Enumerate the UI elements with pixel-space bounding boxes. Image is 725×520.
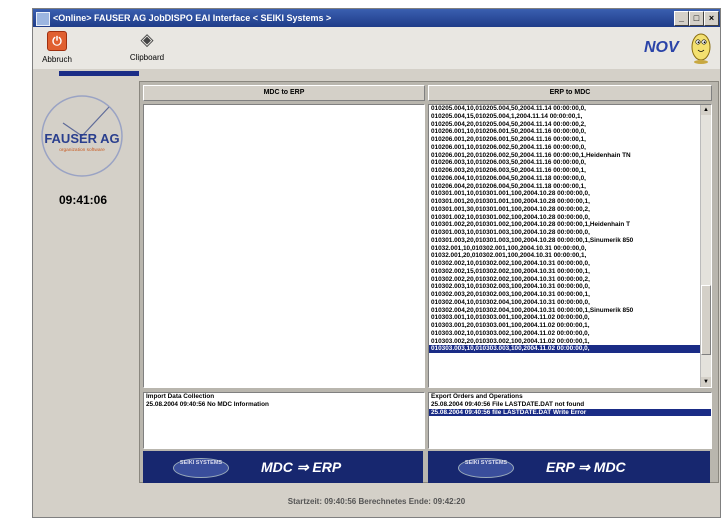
erp-line[interactable]: 010206.001,20,010206.002,50,2004.11.16 0… bbox=[429, 152, 711, 160]
scroll-up-icon[interactable]: ▲ bbox=[701, 105, 711, 115]
mdc-erp-banner: SEIKI SYSTEMS MDC ⇒ ERP bbox=[143, 451, 423, 483]
erp-mdc-banner: SEIKI SYSTEMS ERP ⇒ MDC bbox=[428, 451, 710, 483]
erp-line[interactable]: 010301.002,10,010301.002,100,2004.10.28 … bbox=[429, 214, 711, 222]
close-button[interactable]: × bbox=[704, 11, 719, 26]
import-line[interactable]: 25.08.2004 09:40:56 No MDC Information bbox=[144, 401, 424, 409]
erp-line[interactable]: 010303.001,10,010303.001,100,2004.11.02 … bbox=[429, 314, 711, 322]
erp-line[interactable]: 010303.003,10,010303.003,100,2004.11.02 … bbox=[429, 345, 711, 353]
erp-line[interactable]: 010302.002,20,010302.002,100,2004.10.31 … bbox=[429, 276, 711, 284]
erp-scrollbar[interactable]: ▲ ▼ bbox=[700, 105, 711, 387]
erp-line[interactable]: 010302.002,15,010302.002,100,2004.10.31 … bbox=[429, 268, 711, 276]
erp-line[interactable]: 010206.001,10,010206.001,50,2004.11.16 0… bbox=[429, 128, 711, 136]
mdc-to-erp-header: MDC to ERP bbox=[143, 85, 425, 101]
erp-line[interactable]: 010301.003,20,010301.003,100,2004.10.28 … bbox=[429, 237, 711, 245]
erp-line[interactable]: 010206.001,20,010206.001,50,2004.11.16 0… bbox=[429, 136, 711, 144]
title-bar[interactable]: <Online> FAUSER AG JobDISPO EAI Interfac… bbox=[33, 9, 720, 27]
nov-logo: NOV bbox=[644, 29, 714, 67]
erp-line[interactable]: 010301.003,10,010301.003,100,2004.10.28 … bbox=[429, 229, 711, 237]
maximize-button[interactable]: □ bbox=[689, 11, 704, 26]
clipboard-label: Clipboard bbox=[129, 53, 165, 62]
erp-line[interactable]: 010302.004,20,010302.004,100,2004.10.31 … bbox=[429, 307, 711, 315]
erp-line[interactable]: 010301.001,10,010301.001,100,2004.10.28 … bbox=[429, 190, 711, 198]
erp-line[interactable]: 010301.002,20,010301.002,100,2004.10.28 … bbox=[429, 221, 711, 229]
mdc-erp-banner-label: MDC ⇒ ERP bbox=[261, 459, 342, 475]
erp-line[interactable]: 010302.004,10,010302.004,100,2004.10.31 … bbox=[429, 299, 711, 307]
stop-icon: ⏻ bbox=[47, 31, 67, 51]
export-log[interactable]: Export Orders and Operations 25.08.2004 … bbox=[428, 392, 712, 449]
app-icon bbox=[36, 12, 50, 26]
app-window: <Online> FAUSER AG JobDISPO EAI Interfac… bbox=[32, 8, 721, 518]
abbruch-label: Abbruch bbox=[42, 55, 72, 64]
erp-to-mdc-list[interactable]: 010205.004,10,010205.004,50,2004.11.14 0… bbox=[428, 104, 712, 388]
erp-line[interactable]: 010303.001,20,010303.001,100,2004.11.02 … bbox=[429, 322, 711, 330]
import-log-lines: 25.08.2004 09:40:56 No MDC Information bbox=[144, 401, 424, 409]
minimize-button[interactable]: _ bbox=[674, 11, 689, 26]
status-line: Startzeit: 09:40:56 Berechnetes Ende: 09… bbox=[287, 497, 466, 506]
erp-line[interactable]: 010205.004,20,010205.004,50,2004.11.14 0… bbox=[429, 121, 711, 129]
erp-line[interactable]: 01032.001,20,010302.001,100,2004.10.31 0… bbox=[429, 252, 711, 260]
scroll-thumb[interactable] bbox=[701, 285, 711, 355]
abbruch-button[interactable]: ⏻ Abbruch bbox=[35, 31, 79, 67]
clipboard-icon: ◈ bbox=[140, 30, 154, 49]
clipboard-button[interactable]: ◈ Clipboard bbox=[125, 31, 169, 67]
erp-line[interactable]: 010302.002,10,010302.002,100,2004.10.31 … bbox=[429, 260, 711, 268]
erp-line[interactable]: 01032.001,10,010302.001,100,2004.10.31 0… bbox=[429, 245, 711, 253]
erp-lines: 010205.004,10,010205.004,50,2004.11.14 0… bbox=[429, 105, 711, 353]
erp-line[interactable]: 010205.004,15,010205.004,1,2004.11.14 00… bbox=[429, 113, 711, 121]
erp-line[interactable]: 010206.004,10,010206.004,50,2004.11.18 0… bbox=[429, 175, 711, 183]
mascot-icon bbox=[691, 33, 711, 64]
erp-line[interactable]: 010206.003,20,010206.003,50,2004.11.16 0… bbox=[429, 167, 711, 175]
window-title: <Online> FAUSER AG JobDISPO EAI Interfac… bbox=[53, 13, 332, 23]
erp-to-mdc-header: ERP to MDC bbox=[428, 85, 712, 101]
import-log-title: Import Data Collection bbox=[146, 393, 215, 400]
main-area: MDC to ERP ERP to MDC 010205.004,10,0102… bbox=[139, 81, 719, 483]
accent-bar bbox=[59, 71, 139, 76]
fauser-logo-text: FAUSER AG bbox=[44, 131, 119, 146]
export-line[interactable]: 25.08.2004 09:40:56 File LASTDATE.DAT no… bbox=[429, 401, 711, 409]
erp-line[interactable]: 010206.001,10,010206.002,50,2004.11.16 0… bbox=[429, 144, 711, 152]
clock-panel: FAUSER AG organization software 09:41:06 bbox=[33, 81, 133, 501]
erp-line[interactable]: 010301.001,30,010301.001,100,2004.10.28 … bbox=[429, 206, 711, 214]
erp-line[interactable]: 010303.002,10,010303.002,100,2004.11.02 … bbox=[429, 330, 711, 338]
fauser-logo-tagline: organization software bbox=[59, 147, 105, 153]
erp-line[interactable]: 010206.004,20,010206.004,50,2004.11.18 0… bbox=[429, 183, 711, 191]
seiki-logo: SEIKI SYSTEMS bbox=[458, 458, 514, 478]
clock-time: 09:41:06 bbox=[58, 193, 108, 207]
mdc-to-erp-list[interactable] bbox=[143, 104, 425, 388]
import-log[interactable]: Import Data Collection 25.08.2004 09:40:… bbox=[143, 392, 425, 449]
toolbar: ⏻ Abbruch ◈ Clipboard NOV bbox=[33, 27, 720, 69]
seiki-logo: SEIKI SYSTEMS bbox=[173, 458, 229, 478]
nov-logo-text: NOV bbox=[644, 39, 679, 56]
erp-mdc-banner-label: ERP ⇒ MDC bbox=[546, 459, 626, 475]
erp-line[interactable]: 010206.003,10,010206.003,50,2004.11.16 0… bbox=[429, 159, 711, 167]
erp-line[interactable]: 010303.002,20,010303.002,100,2004.11.02 … bbox=[429, 338, 711, 346]
fauser-clock-logo: FAUSER AG organization software bbox=[41, 95, 123, 177]
scroll-down-icon[interactable]: ▼ bbox=[701, 377, 711, 387]
erp-line[interactable]: 010301.001,20,010301.001,100,2004.10.28 … bbox=[429, 198, 711, 206]
erp-line[interactable]: 010205.004,10,010205.004,50,2004.11.14 0… bbox=[429, 105, 711, 113]
export-line[interactable]: 25.08.2004 09:40:56 file LASTDATE.DAT Wr… bbox=[429, 408, 711, 417]
export-log-title: Export Orders and Operations bbox=[431, 393, 523, 400]
export-log-lines: 25.08.2004 09:40:56 File LASTDATE.DAT no… bbox=[429, 401, 711, 417]
erp-line[interactable]: 010302.003,20,010302.003,100,2004.10.31 … bbox=[429, 291, 711, 299]
erp-line[interactable]: 010302.003,10,010302.003,100,2004.10.31 … bbox=[429, 283, 711, 291]
